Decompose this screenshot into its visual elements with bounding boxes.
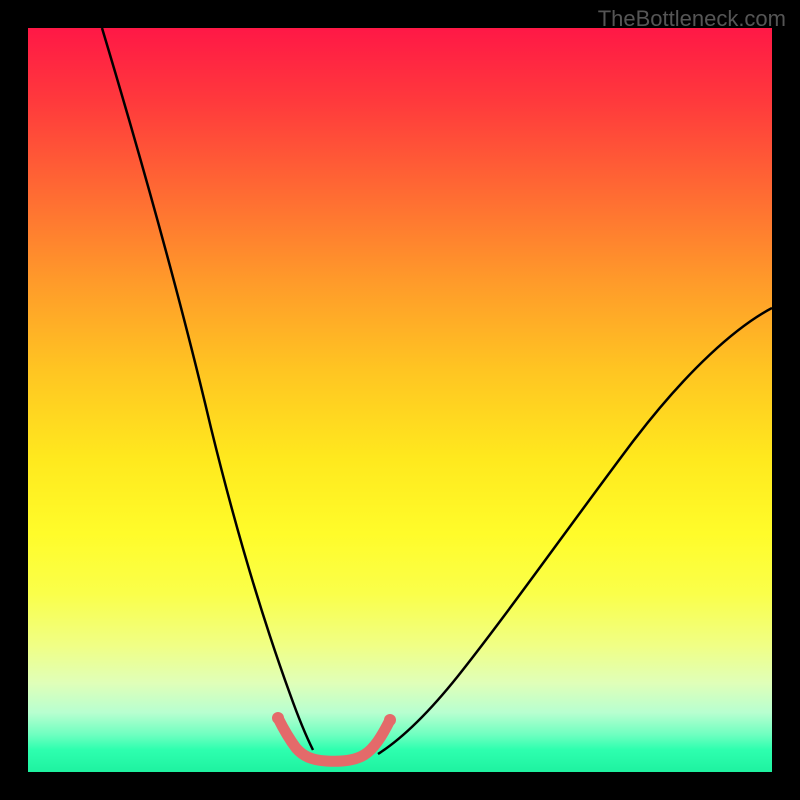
highlight-dot-right: [384, 714, 396, 726]
left-curve: [102, 28, 313, 750]
right-curve: [378, 308, 772, 754]
chart-curves: [28, 28, 772, 772]
watermark-text: TheBottleneck.com: [598, 6, 786, 32]
highlight-dot-left: [272, 712, 284, 724]
chart-plot-area: [28, 28, 772, 772]
highlight-segment: [278, 718, 390, 761]
